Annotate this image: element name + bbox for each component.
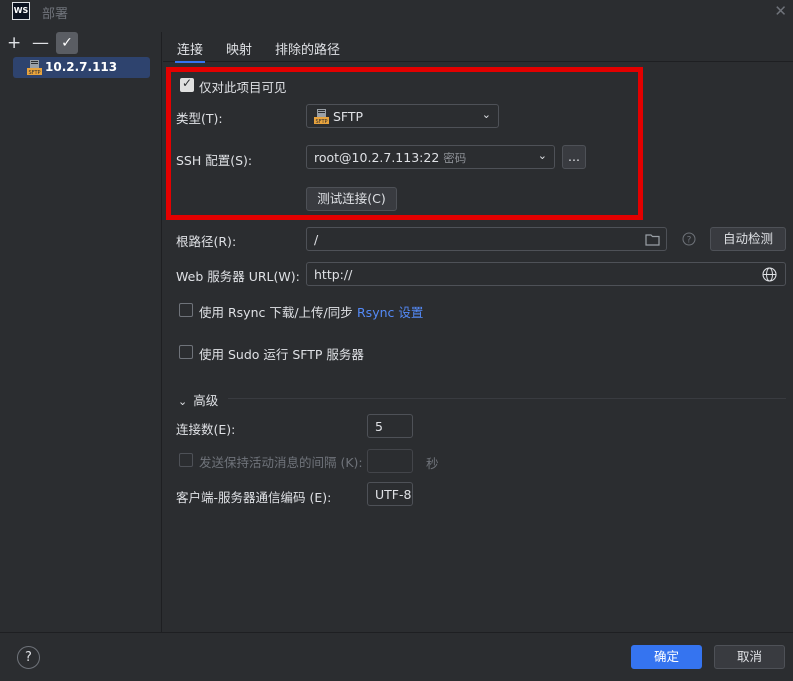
- ssh-config-more-button[interactable]: ...: [562, 145, 586, 169]
- ssh-config-label: SSH 配置(S):: [176, 153, 253, 168]
- visible-only-project-checkbox[interactable]: [180, 76, 194, 92]
- advanced-section-toggle[interactable]: ⌄ 高级: [178, 390, 218, 409]
- web-url-label: Web 服务器 URL(W):: [176, 269, 300, 284]
- keepalive-checkbox[interactable]: [179, 453, 193, 467]
- dialog-footer: ? 确定 取消: [0, 632, 793, 681]
- window-title: 部署: [42, 7, 69, 22]
- tab-bar: 连接 映射 排除的路径: [163, 32, 793, 63]
- keepalive-label: 发送保持活动消息的间隔 (K):: [199, 455, 363, 470]
- keepalive-input[interactable]: [367, 449, 413, 473]
- connections-input[interactable]: 5: [367, 414, 413, 438]
- title-bar: WS 部署 ✕: [0, 0, 793, 24]
- globe-icon[interactable]: [762, 267, 777, 282]
- type-dropdown[interactable]: SFTP SFTP ⌄: [306, 104, 499, 128]
- sftp-icon: SFTP: [314, 109, 329, 124]
- cancel-button[interactable]: 取消: [714, 645, 785, 669]
- server-list-item[interactable]: SFTP 10.2.7.113: [13, 57, 150, 78]
- close-icon[interactable]: ✕: [774, 2, 787, 20]
- encoding-input[interactable]: UTF-8: [367, 482, 413, 506]
- test-connection-button[interactable]: 测试连接(C): [306, 187, 397, 211]
- server-list-panel: + — ✓ SFTP 10.2.7.113: [0, 32, 162, 632]
- ok-button[interactable]: 确定: [631, 645, 702, 669]
- connections-label: 连接数(E):: [176, 422, 236, 437]
- web-url-input[interactable]: http://: [306, 262, 786, 286]
- tab-mappings[interactable]: 映射: [226, 39, 252, 58]
- visible-only-project-label: 仅对此项目可见: [199, 80, 287, 95]
- type-value: SFTP: [333, 109, 364, 124]
- section-divider: [228, 398, 786, 399]
- use-rsync-checkbox[interactable]: [179, 303, 193, 317]
- chevron-down-icon: ⌄: [537, 149, 547, 162]
- add-server-icon[interactable]: +: [7, 33, 21, 53]
- tab-excluded-paths[interactable]: 排除的路径: [275, 39, 340, 58]
- autodetect-button[interactable]: 自动检测: [710, 227, 786, 251]
- encoding-label: 客户端-服务器通信编码 (E):: [176, 490, 332, 505]
- use-sudo-checkbox[interactable]: [179, 345, 193, 359]
- set-default-icon[interactable]: ✓: [56, 32, 78, 54]
- webstorm-logo-icon: WS: [12, 2, 30, 20]
- sftp-server-icon: SFTP: [27, 60, 42, 75]
- folder-icon[interactable]: [645, 233, 660, 246]
- help-button[interactable]: ?: [17, 646, 40, 669]
- ssh-auth-hint: 密码: [443, 151, 467, 165]
- root-path-label: 根路径(R):: [176, 234, 237, 249]
- remove-server-icon[interactable]: —: [32, 33, 49, 53]
- use-rsync-label: 使用 Rsync 下载/上传/同步: [199, 305, 353, 320]
- rsync-settings-link[interactable]: Rsync 设置: [357, 302, 423, 321]
- ssh-config-dropdown[interactable]: root@10.2.7.113:22 密码 ⌄: [306, 145, 555, 169]
- server-label: 10.2.7.113: [45, 60, 118, 74]
- svg-text:SFTP: SFTP: [315, 119, 327, 124]
- chevron-down-icon: ⌄: [178, 395, 188, 408]
- ssh-config-value: root@10.2.7.113:22 密码: [314, 150, 467, 165]
- type-label: 类型(T):: [176, 111, 223, 126]
- svg-text:?: ?: [687, 236, 692, 246]
- use-sudo-label: 使用 Sudo 运行 SFTP 服务器: [199, 347, 364, 362]
- tab-connection[interactable]: 连接: [174, 39, 206, 63]
- help-circle-icon[interactable]: ?: [682, 232, 696, 246]
- svg-text:SFTP: SFTP: [28, 70, 40, 75]
- root-path-input[interactable]: /: [306, 227, 667, 251]
- keepalive-unit: 秒: [426, 456, 439, 471]
- chevron-down-icon: ⌄: [481, 108, 491, 121]
